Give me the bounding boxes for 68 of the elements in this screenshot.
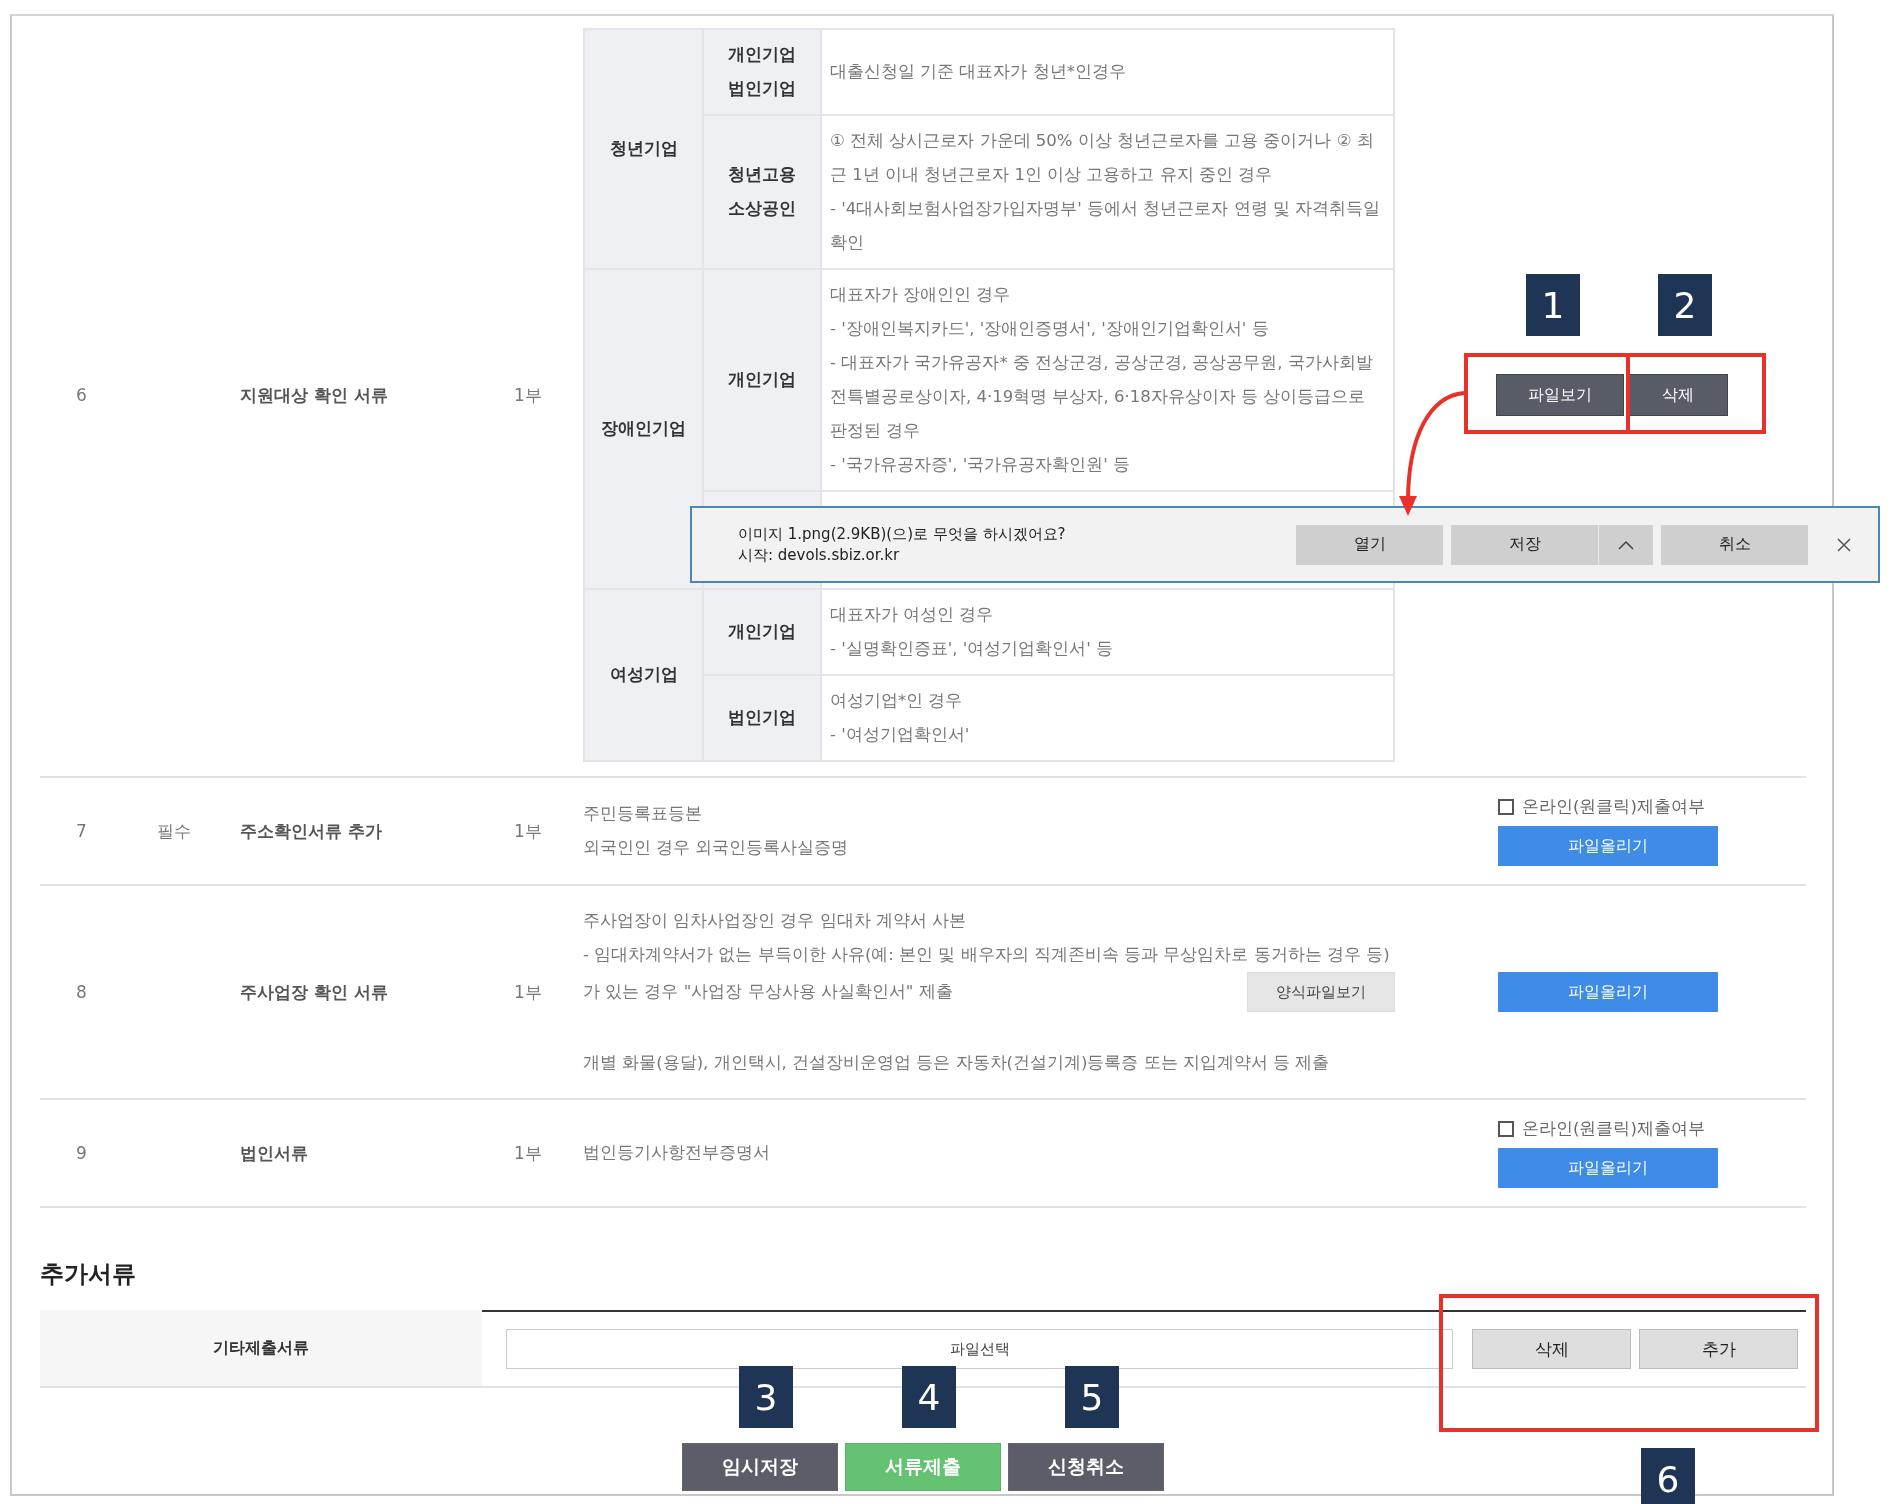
criteria-text: 대출신청일 기준 대표자가 청년*인경우	[830, 61, 1127, 83]
document-name: 주소확인서류 추가	[239, 819, 382, 843]
checkbox[interactable]	[1498, 1121, 1514, 1137]
required-label: 필수	[156, 819, 191, 843]
form-action-button[interactable]: 임시저장	[682, 1443, 838, 1491]
requirement-text: 가 있는 경우 "사업장 무상사용 사실확인서" 제출	[583, 981, 953, 1003]
criteria-text: 대표자가 장애인인 경우	[830, 284, 1012, 306]
file-action-button[interactable]: 삭제	[1628, 374, 1728, 416]
document-name: 주사업장 확인 서류	[239, 980, 388, 1004]
quantity: 1부	[513, 980, 542, 1004]
row-number: 7	[75, 821, 87, 841]
criteria-text: - '국가유공자증', '국가유공자확인원' 등	[830, 454, 1132, 476]
row-number: 8	[75, 982, 87, 1002]
step-number: 3	[739, 1366, 793, 1428]
type-cell: 청년고용 소상공인	[703, 115, 821, 269]
step-number: 2	[1658, 274, 1712, 336]
type-cell: 개인기업	[703, 269, 821, 491]
criteria-text: ① 전체 상시근로자 가운데 50% 이상 청년근로자를 고용 중이거나 ② 최근 1년 이내 청년근로자 1인 이상 고용하고 유지 중인 경우	[830, 130, 1375, 186]
download-source: 시작: devols.sbiz.or.kr	[738, 544, 901, 566]
upload-button[interactable]: 파일올리기	[1498, 826, 1718, 866]
step-number: 6	[1641, 1448, 1695, 1504]
quantity: 1부	[513, 383, 542, 407]
requirement-text: - 임대차계약서가 없는 부득이한 사유(예: 본인 및 배우자의 직계존비속 등과 무상임차로 동거하는 경우 등)	[583, 944, 1391, 966]
criteria-text: - '여성기업확인서'	[830, 724, 971, 746]
field-label: 기타제출서류	[213, 1337, 309, 1359]
requirement-text: 주사업장이 임차사업장인 경우 임대차 계약서 사본	[583, 910, 968, 932]
note-text: 개별 화물(용달), 개인택시, 건설장비운영업 등은 자동차(건설기계)등록증 또는 지입계약서 등 제출	[583, 1052, 1331, 1074]
download-message: 이미지 1.png(2.9KB)(으)로 무엇을 하시겠어요?	[738, 523, 1066, 545]
type-cell: 개인기업 법인기업	[703, 29, 821, 115]
download-action-button[interactable]: 취소	[1661, 524, 1808, 565]
file-select-field[interactable]: 파일선택	[506, 1329, 1453, 1369]
quantity: 1부	[513, 819, 542, 843]
quantity: 1부	[513, 1141, 542, 1165]
category-cell: 장애인기업	[584, 269, 703, 589]
row-number: 6	[75, 385, 87, 405]
checkbox-label: 온라인(원클릭)제출여부	[1522, 796, 1705, 818]
form-action-button[interactable]: 신청취소	[1008, 1443, 1164, 1491]
criteria-text: - '실명확인증표', '여성기업확인서' 등	[830, 638, 1115, 660]
section-title: 추가서류	[40, 1259, 137, 1290]
category-cell: 청년기업	[584, 29, 703, 269]
file-row-button[interactable]: 추가	[1639, 1329, 1798, 1369]
criteria-text: - 대표자가 국가유공자* 중 전상군경, 공상군경, 공상공무원, 국가사회발전특별공로상이자, 4·19혁명 부상자, 6·18자유상이자 등 상이등급으로 판정된 경우	[830, 352, 1374, 442]
checkbox-label: 온라인(원클릭)제출여부	[1522, 1118, 1705, 1140]
checkbox[interactable]	[1498, 799, 1514, 815]
file-row-button[interactable]: 삭제	[1472, 1329, 1631, 1369]
document-name: 법인서류	[239, 1141, 308, 1165]
upload-button[interactable]: 파일올리기	[1498, 972, 1718, 1012]
criteria-text: 여성기업*인 경우	[830, 690, 964, 712]
criteria-text: - '장애인복지카드', '장애인증명서', '장애인기업확인서' 등	[830, 318, 1270, 340]
file-action-button[interactable]: 파일보기	[1496, 374, 1624, 416]
criteria-text: 대표자가 여성인 경우	[830, 604, 995, 626]
step-number: 1	[1526, 274, 1580, 336]
step-number: 5	[1065, 1366, 1119, 1428]
row-number: 9	[75, 1143, 87, 1163]
document-name: 지원대상 확인 서류	[239, 383, 388, 407]
requirement-text: 주민등록표등본	[583, 803, 703, 825]
type-cell: 개인기업	[703, 589, 821, 675]
step-number: 4	[902, 1366, 956, 1428]
chevron-up-icon	[1618, 539, 1634, 550]
requirement-text: 법인등기사항전부증명서	[583, 1142, 771, 1164]
category-cell: 여성기업	[584, 589, 703, 761]
requirement-text: 외국인인 경우 외국인등록사실증명	[583, 837, 850, 859]
type-cell: 법인기업	[703, 675, 821, 761]
download-action-button[interactable]: 열기	[1296, 524, 1443, 565]
view-form-button[interactable]: 양식파일보기	[1247, 972, 1395, 1012]
close-icon	[1837, 537, 1851, 552]
criteria-text: - '4대사회보험사업장가입자명부' 등에서 청년근로자 연령 및 자격취득일 확인	[830, 198, 1381, 254]
upload-button[interactable]: 파일올리기	[1498, 1148, 1718, 1188]
